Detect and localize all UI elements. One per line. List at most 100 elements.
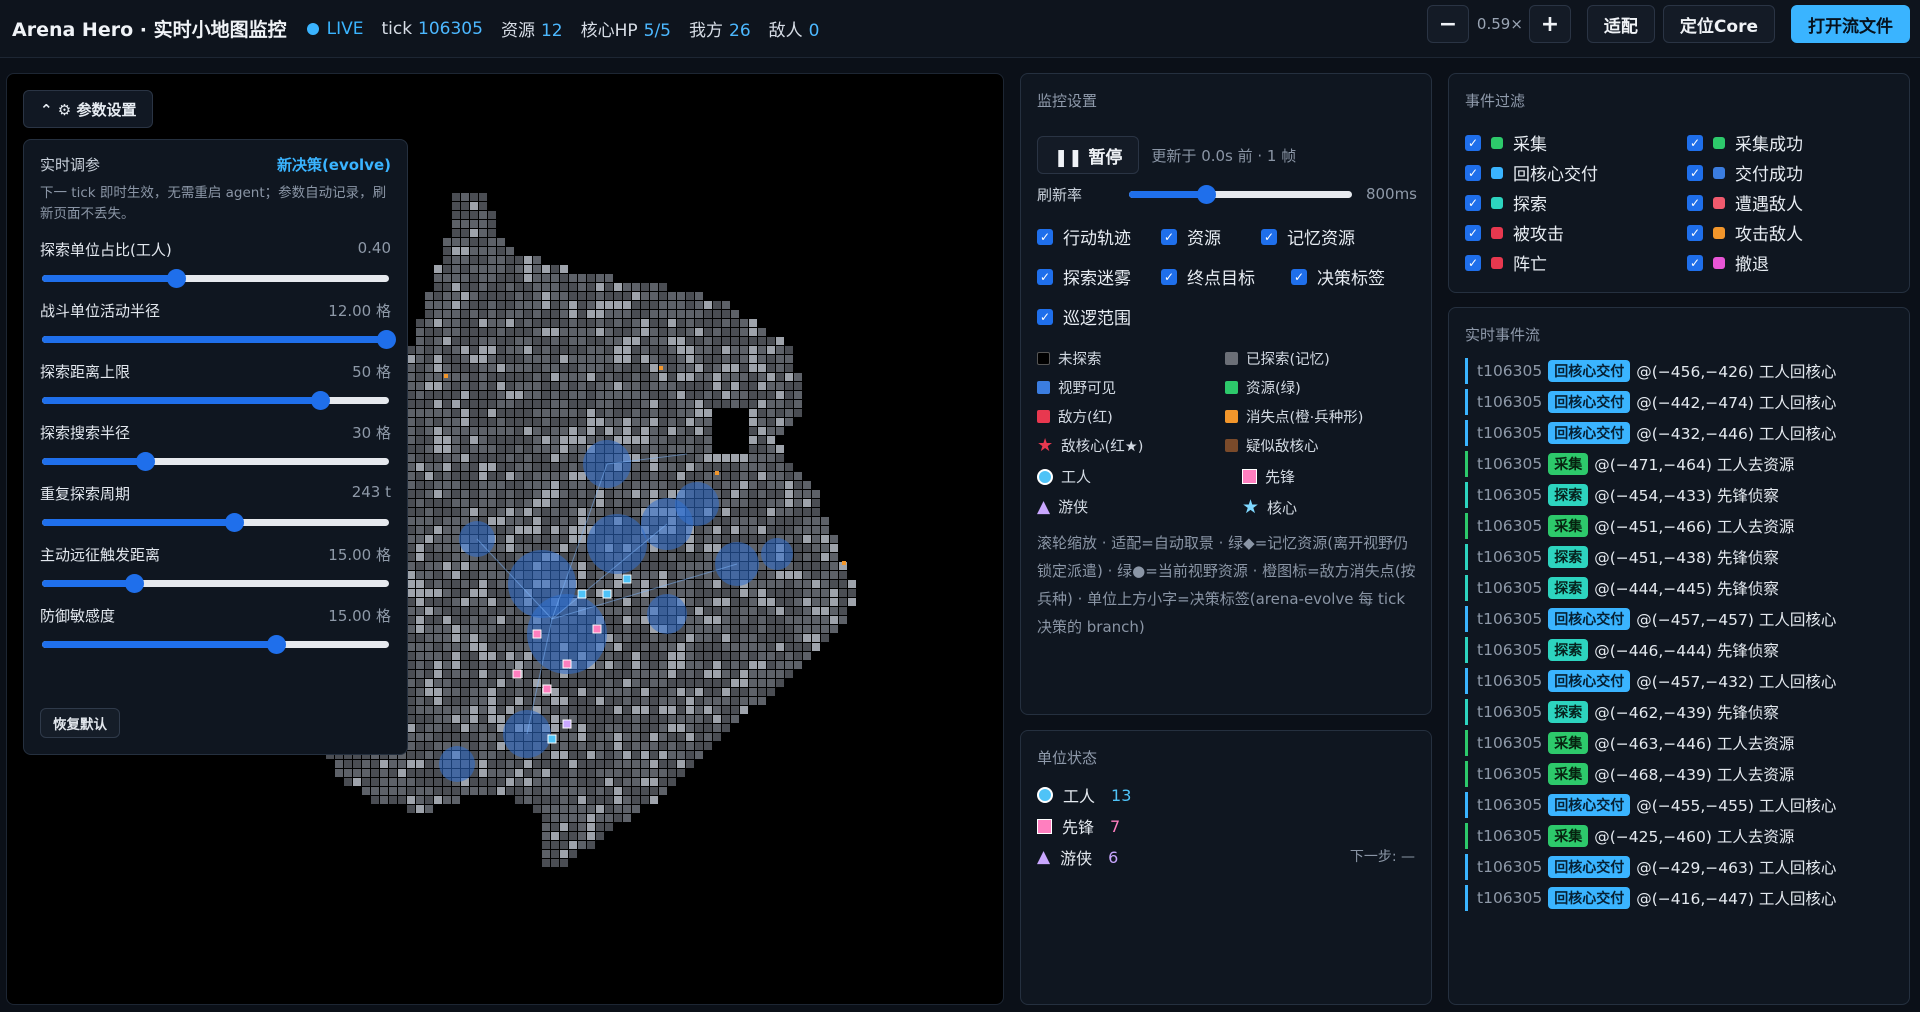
slider-knob[interactable] — [166, 269, 186, 288]
event-tick: t106305 — [1477, 889, 1543, 907]
param-label: 探索距离上限 — [40, 363, 131, 381]
checkbox-checked-icon[interactable]: ✓ — [1687, 224, 1703, 241]
checkbox-checked-icon[interactable]: ✓ — [1037, 308, 1053, 325]
event-filter-checkbox[interactable]: ✓ 采集 — [1465, 130, 1547, 155]
monitor-checkbox[interactable]: ✓ 决策标签 — [1291, 264, 1385, 289]
checkbox-checked-icon[interactable]: ✓ — [1037, 268, 1053, 285]
checkbox-label: 探索迷雾 — [1063, 269, 1131, 289]
event-tick: t106305 — [1477, 610, 1543, 628]
checkbox-checked-icon[interactable]: ✓ — [1161, 228, 1177, 245]
monitor-checkbox[interactable]: ✓ 探索迷雾 — [1037, 264, 1131, 289]
params-toggle-button[interactable]: ⌃ ⚙ 参数设置 — [23, 90, 154, 128]
fit-button[interactable]: 适配 — [1586, 5, 1655, 43]
legend-item: 消失点(橙·兵种形) — [1225, 406, 1363, 427]
checkbox-checked-icon[interactable]: ✓ — [1687, 134, 1703, 151]
live-indicator-icon — [306, 22, 319, 35]
slider-knob[interactable] — [225, 513, 245, 532]
pause-button[interactable]: ❚❚ 暂停 — [1037, 136, 1140, 174]
event-text: @(−425,−460) 工人去资源 — [1594, 828, 1795, 846]
checkbox-checked-icon[interactable]: ✓ — [1687, 194, 1703, 211]
legend-label: 敌核心(红★) — [1061, 439, 1144, 455]
refresh-rate-slider[interactable] — [1127, 184, 1354, 204]
param-slider[interactable] — [40, 390, 391, 410]
legend-item: 已探索(记忆) — [1225, 348, 1330, 369]
monitor-checkbox[interactable]: ✓ 行动轨迹 — [1037, 224, 1131, 249]
param-slider-row: 探索搜索半径 30 格 — [40, 422, 391, 471]
slider-knob[interactable] — [135, 452, 155, 471]
event-text: @(−432,−446) 工人回核心 — [1636, 425, 1837, 443]
param-slider[interactable] — [40, 268, 391, 288]
slider-knob[interactable] — [266, 635, 286, 654]
event-tick: t106305 — [1477, 796, 1543, 814]
event-filter-checkbox[interactable]: ✓ 撤退 — [1687, 250, 1769, 275]
monitor-checkbox[interactable]: ✓ 记忆资源 — [1261, 224, 1355, 249]
event-text: @(−471,−464) 工人去资源 — [1594, 456, 1795, 474]
params-panel: 实时调参 新决策(evolve) 下一 tick 即时生效，无需重启 agent… — [23, 139, 408, 755]
checkbox-checked-icon[interactable]: ✓ — [1687, 164, 1703, 181]
monitor-checkbox[interactable]: ✓ 资源 — [1161, 224, 1221, 249]
event-row: t106305 回核心交付 @(−416,−447) 工人回核心 — [1465, 885, 1875, 911]
monitor-checkbox[interactable]: ✓ 终点目标 — [1161, 264, 1255, 289]
event-filter-checkbox[interactable]: ✓ 被攻击 — [1465, 220, 1564, 245]
minimap-canvas[interactable]: ⌃ ⚙ 参数设置 实时调参 新决策(evolve) 下一 tick 即时生效，无… — [6, 73, 1004, 1005]
event-row: t106305 回核心交付 @(−432,−446) 工人回核心 — [1465, 420, 1875, 446]
evolve-link[interactable]: 新决策(evolve) — [277, 154, 391, 175]
param-slider-row: 防御敏感度 15.00 格 — [40, 605, 391, 654]
zoom-in-button[interactable]: + — [1528, 5, 1571, 43]
checkbox-checked-icon[interactable]: ✓ — [1161, 268, 1177, 285]
checkbox-checked-icon[interactable]: ✓ — [1465, 164, 1481, 181]
event-color-icon — [1491, 226, 1503, 239]
unit-count: 7 — [1110, 816, 1121, 836]
filter-label: 遭遇敌人 — [1735, 195, 1803, 215]
slider-knob[interactable] — [125, 574, 145, 593]
reset-defaults-button[interactable]: 恢复默认 — [40, 708, 120, 738]
resource-stat: 资源 12 — [500, 21, 563, 41]
filter-label: 采集成功 — [1735, 135, 1803, 155]
slider-knob[interactable] — [311, 391, 331, 410]
filter-label: 撤退 — [1735, 255, 1769, 275]
param-value: 30 格 — [352, 424, 391, 442]
event-filter-checkbox[interactable]: ✓ 回核心交付 — [1465, 160, 1598, 185]
app-title: Arena Hero · 实时小地图监控 — [12, 19, 287, 41]
event-row: t106305 回核心交付 @(−457,−432) 工人回核心 — [1465, 668, 1875, 694]
event-filter-checkbox[interactable]: ✓ 遭遇敌人 — [1687, 190, 1803, 215]
event-filter-checkbox[interactable]: ✓ 阵亡 — [1465, 250, 1547, 275]
monitor-checkbox[interactable]: ✓ 巡逻范围 — [1037, 304, 1131, 329]
filter-label: 交付成功 — [1735, 165, 1803, 185]
event-filter-checkbox[interactable]: ✓ 交付成功 — [1687, 160, 1803, 185]
params-description: 下一 tick 即时生效，无需重启 agent；参数自动记录，刷新页面不丢失。 — [40, 185, 387, 222]
checkbox-checked-icon[interactable]: ✓ — [1465, 254, 1481, 271]
event-filter-checkbox[interactable]: ✓ 采集成功 — [1687, 130, 1803, 155]
unit-status-title: 单位状态 — [1037, 749, 1098, 767]
legend-swatch-icon — [1225, 410, 1238, 423]
event-row: t106305 采集 @(−471,−464) 工人去资源 — [1465, 451, 1875, 477]
checkbox-checked-icon[interactable]: ✓ — [1291, 268, 1307, 285]
open-file-button[interactable]: 打开流文件 — [1791, 5, 1910, 43]
event-color-icon — [1713, 196, 1725, 209]
checkbox-checked-icon[interactable]: ✓ — [1465, 224, 1481, 241]
param-slider[interactable] — [40, 451, 391, 471]
checkbox-checked-icon[interactable]: ✓ — [1687, 254, 1703, 271]
event-text: @(−454,−433) 先锋侦察 — [1594, 487, 1779, 505]
checkbox-checked-icon[interactable]: ✓ — [1465, 134, 1481, 151]
event-text: @(−468,−439) 工人去资源 — [1594, 766, 1795, 784]
param-slider[interactable] — [40, 634, 391, 654]
slider-knob[interactable] — [377, 330, 396, 349]
param-slider[interactable] — [40, 573, 391, 593]
param-slider[interactable] — [40, 512, 391, 532]
event-filter-checkbox[interactable]: ✓ 探索 — [1465, 190, 1547, 215]
param-slider[interactable] — [40, 329, 396, 349]
event-tick: t106305 — [1477, 734, 1543, 752]
checkbox-checked-icon[interactable]: ✓ — [1037, 228, 1053, 245]
event-color-icon — [1713, 256, 1725, 269]
star-icon: ★ — [1037, 435, 1054, 456]
zoom-out-button[interactable]: − — [1426, 5, 1469, 43]
event-filter-checkbox[interactable]: ✓ 攻击敌人 — [1687, 220, 1803, 245]
vision-area — [675, 482, 719, 526]
param-value: 0.40 — [357, 239, 391, 257]
locate-core-button[interactable]: 定位Core — [1662, 5, 1775, 43]
zoom-level: 0.59× — [1476, 15, 1523, 33]
checkbox-checked-icon[interactable]: ✓ — [1465, 194, 1481, 211]
unit-legend-item: ★ 核心 — [1242, 496, 1297, 518]
checkbox-checked-icon[interactable]: ✓ — [1261, 228, 1277, 245]
